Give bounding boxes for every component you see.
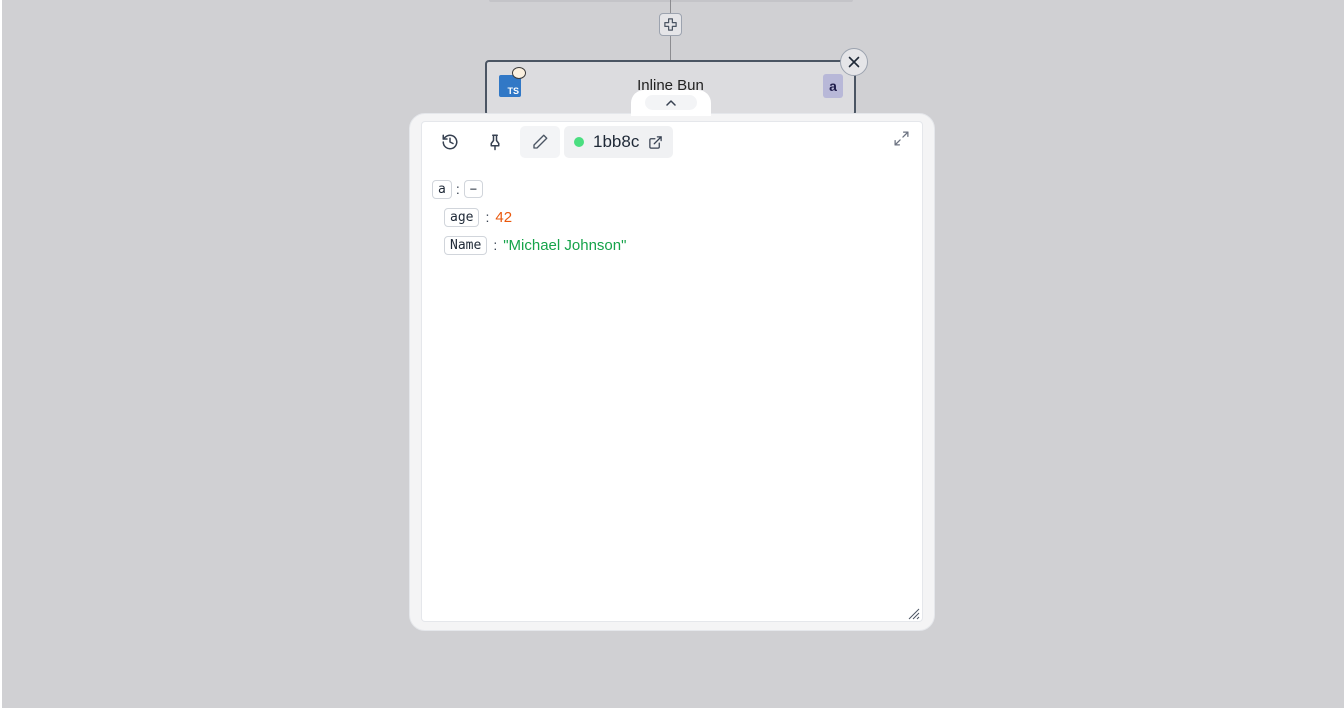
job-id: 1bb8c: [593, 132, 640, 151]
expand-button[interactable]: [892, 129, 910, 147]
job-link[interactable]: 1bb8c: [564, 126, 674, 158]
json-root-row: a : −: [432, 178, 626, 200]
external-link-icon: [649, 135, 663, 149]
collapse-panel-button[interactable]: [645, 95, 697, 110]
canvas-left-border: [0, 0, 2, 710]
json-key: a: [432, 179, 452, 199]
json-colon: :: [493, 237, 498, 253]
previous-node-edge: [489, 0, 853, 2]
json-key: age: [444, 207, 480, 227]
chevron-up-icon: [666, 100, 676, 106]
job-status-dot: [574, 137, 584, 147]
x-icon: [848, 56, 860, 68]
json-colon: :: [485, 209, 490, 225]
result-panel: 1bb8c a : − age : 42 Name: "Michael Joh…: [409, 113, 935, 631]
pin-icon: [490, 134, 500, 151]
result-viewer: 1bb8c a : − age : 42 Name: "Michael Joh…: [422, 122, 922, 621]
collapse-tab: [631, 90, 711, 116]
pin-button[interactable]: [475, 126, 515, 158]
json-field-row: Name : "Michael Johnson": [444, 234, 626, 256]
plus-icon: [664, 18, 677, 31]
node-id-badge: a: [823, 74, 843, 98]
result-toolbar: 1bb8c: [430, 126, 674, 158]
json-colon: :: [455, 181, 460, 197]
json-tree: a : − age : 42 Name : "Michael Johnson": [432, 178, 626, 262]
edge-connector: [670, 36, 671, 61]
history-button[interactable]: [430, 126, 470, 158]
collapse-object-button[interactable]: −: [463, 180, 483, 198]
pencil-icon: [533, 134, 548, 149]
history-icon: [442, 134, 458, 150]
edge-connector: [670, 0, 671, 14]
maximize-icon: [893, 130, 909, 146]
json-number-value: 42: [495, 208, 513, 226]
json-string-value: "Michael Johnson": [503, 236, 627, 254]
json-field-row: age : 42: [444, 206, 626, 228]
edit-button[interactable]: [520, 126, 560, 158]
delete-step-button[interactable]: [840, 48, 868, 76]
add-step-button[interactable]: [659, 13, 682, 36]
resize-grip-icon: [908, 608, 920, 620]
json-key: Name: [444, 235, 488, 255]
resize-handle[interactable]: [908, 607, 920, 620]
